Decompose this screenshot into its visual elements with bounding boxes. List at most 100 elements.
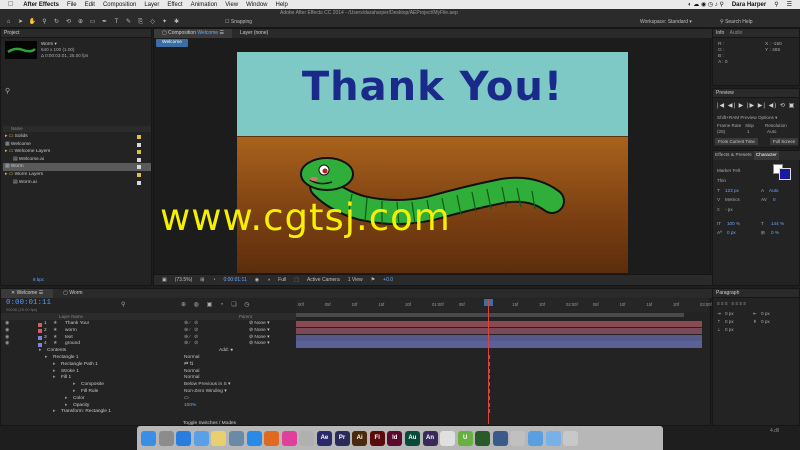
add-button[interactable]: Add: ● [219,348,233,355]
indent-left-field[interactable]: 0 px [725,311,734,316]
tab-composition[interactable]: ▢ Composition Welcome ☰ [154,29,232,38]
property-row[interactable]: ▸ Color ▭ [1,396,296,403]
region-icon[interactable]: ⬚ [294,275,299,285]
project-item[interactable]: ▸ ▭ Solids [3,133,151,141]
visibility-icon[interactable]: ◉ [5,321,9,328]
layer-switches[interactable]: ⊕ ⁄ ⊘ [184,321,198,328]
tab-info[interactable]: Info [716,30,724,36]
rotate-tool-icon[interactable]: ↻ [52,19,61,26]
downloads-icon[interactable] [528,430,544,446]
project-item[interactable]: ▤ Welcome.ai [3,156,151,164]
photos-icon[interactable] [299,430,315,446]
layer-name[interactable]: worm [65,328,77,335]
space-after-field[interactable]: 0 px [725,327,734,332]
tsume-field[interactable]: 0 % [771,230,779,235]
leading-field[interactable]: Auto [769,188,778,193]
upwork-icon[interactable]: U [457,430,473,446]
menu-effect[interactable]: Effect [167,2,182,8]
zoom-dropdown[interactable]: (73.5%) [175,275,193,285]
firefox-icon[interactable] [264,430,280,446]
menu-app[interactable]: After Effects [23,2,59,8]
project-search-icon[interactable]: ⚲ [5,87,10,95]
after-effects-icon[interactable]: Ae [316,430,332,446]
expand-triangle-icon[interactable]: ▸ [65,396,67,403]
trash-icon[interactable] [563,430,579,446]
resolution-dropdown[interactable]: Full [278,275,286,285]
label-swatch[interactable] [137,173,141,177]
project-item[interactable]: ▸ ▭ Welcome Layers [3,148,151,156]
space-before-field[interactable]: 0 px [725,319,734,324]
project-item[interactable]: ▸ ▭ Worm Layers [3,171,151,179]
camera-tool-icon[interactable]: ⟲ [64,19,73,26]
property-value[interactable]: 100% [184,403,196,410]
property-value[interactable]: Non-Zero Winding ▾ [184,389,227,396]
parent-dropdown[interactable]: ⊘ None ▾ [249,321,270,328]
tab-layer[interactable]: Layer (none) [232,29,276,38]
clone-tool-icon[interactable]: ⎘ [136,19,145,26]
indesign-icon[interactable]: Id [387,430,403,446]
menu-composition[interactable]: Composition [103,2,136,8]
expand-triangle-icon[interactable]: ▸ [73,389,75,396]
vertical-scale-field[interactable]: 100 % [727,221,740,226]
property-row[interactable]: ▸ Stroke 1 Normal [1,369,296,376]
tab-paragraph[interactable]: Paragraph [713,289,799,298]
layer-switches[interactable]: ⊕ ⁄ ⊘ [184,341,198,348]
quicktime-icon[interactable] [492,430,508,446]
project-tab[interactable]: Project [1,29,151,38]
font-style-dropdown[interactable]: Thin [717,178,726,183]
project-item[interactable]: ▦ Worm [3,163,151,171]
menu-file[interactable]: File [67,2,77,8]
label-swatch[interactable] [137,157,141,162]
time-ruler[interactable]: 00f 05f 10f 15f 20f 01:00f 05f 10f 15f 20f 02:00f 0… [296,299,712,312]
stroke-width-field[interactable]: - px [725,207,733,212]
indent-right-field[interactable]: 0 px [761,311,770,316]
label-swatch[interactable] [137,135,141,139]
home-icon[interactable]: ⌂ [4,19,13,26]
hand-tool-icon[interactable]: ✋ [28,19,37,26]
folder-icon[interactable] [545,430,561,446]
menu-layer[interactable]: Layer [144,2,159,8]
fill-color-swatch[interactable] [779,168,791,180]
property-row[interactable]: ▸ Fill Rule Non-Zero Winding ▾ [1,389,296,396]
grid-icon[interactable]: ⊞ [200,275,204,285]
expand-triangle-icon[interactable]: ▸ [73,382,75,389]
playhead-line[interactable] [488,299,489,424]
menu-animation[interactable]: Animation [191,2,218,8]
tab-worm-timeline[interactable]: ▢ Worm [53,289,92,298]
search-help-field[interactable]: ⚲ Search Help [720,19,753,25]
property-row[interactable]: ▸ Rectangle Path 1 ⇄ ⇅ [1,362,296,369]
layer-row[interactable]: ◉ 4 ★ ground ⊕ ⁄ ⊘ ⊘ None ▾ [1,341,296,348]
resolution-dropdown[interactable]: Auto [767,129,776,134]
snapping-toggle[interactable]: ☐ Snapping [225,19,252,25]
eraser-tool-icon[interactable]: ◇ [148,19,157,26]
keyframe-indicator[interactable]: I [489,369,492,375]
workspace-selector[interactable]: Workspace: Standard ▾ [640,19,692,25]
expand-triangle-icon[interactable]: ▸ [53,375,55,382]
expand-triangle-icon[interactable]: ▸ [53,362,55,369]
timeline-switches[interactable]: ⊕ ◍ ▣ ◔ ❏ ◷ [181,301,253,308]
playback-controls[interactable]: |◀ ◀| ▶ |▶ ▶| ◀) ⟲ ▣ [717,102,795,109]
project-item[interactable]: ▦ Welcome [3,141,151,149]
skip-dropdown[interactable]: 1 [747,129,750,134]
view-options-icon[interactable]: ▣ [162,275,167,285]
baseline-field[interactable]: 0 px [727,230,736,235]
pan-behind-icon[interactable]: ⊕ [76,19,85,26]
property-row[interactable]: ▸ Opacity 100% [1,403,296,410]
layer-label-swatch[interactable] [38,342,42,347]
tab-audio[interactable]: Audio [730,30,743,36]
bpc-label[interactable]: 8 bpc [33,277,44,282]
roto-tool-icon[interactable]: ✦ [160,19,169,26]
label-swatch[interactable] [137,165,141,170]
property-value[interactable]: ⇄ ⇅ [184,362,193,369]
tab-preview[interactable]: Preview [713,89,799,98]
keyframe-indicator[interactable]: I [489,389,492,395]
layer-duration-bar[interactable] [296,341,702,348]
label-swatch[interactable] [137,180,141,185]
expand-triangle-icon[interactable]: ▸ [53,369,55,376]
tab-welcome-timeline[interactable]: ✕ Welcome ☰ [1,289,54,298]
selection-tool-icon[interactable]: ➤ [16,19,25,26]
layer-row[interactable]: ◉ 2 ★ worm ⊕ ⁄ ⊘ ⊘ None ▾ [1,328,296,335]
views-dropdown[interactable]: 1 View [348,275,363,285]
font-family-dropdown[interactable]: Marker Felt [717,168,740,173]
brush-tool-icon[interactable]: ✎ [124,19,133,26]
